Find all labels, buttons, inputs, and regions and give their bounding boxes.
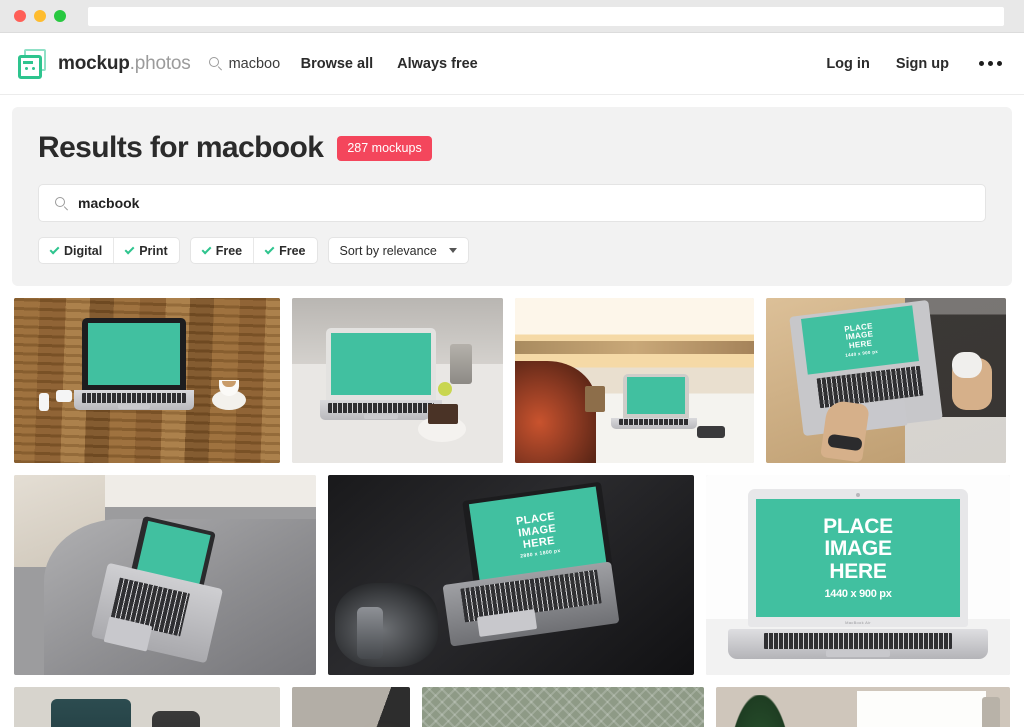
sort-dropdown[interactable]: Sort by relevance bbox=[327, 237, 469, 264]
mockup-tile-balcony-sunset[interactable] bbox=[515, 298, 754, 463]
filter-digital[interactable]: Digital bbox=[39, 238, 113, 263]
window-traffic-lights bbox=[14, 10, 66, 22]
signup-link[interactable]: Sign up bbox=[896, 56, 949, 72]
screen-placeholder-line-1: PLACE bbox=[823, 514, 893, 538]
brand-name-light: .photos bbox=[129, 52, 191, 74]
check-icon bbox=[49, 244, 60, 254]
mockup-tile-grey-desk-cake[interactable] bbox=[292, 298, 503, 463]
filter-print[interactable]: Print bbox=[113, 238, 178, 263]
screen-placeholder-line-2: IMAGE bbox=[824, 537, 892, 561]
search-field-wrapper[interactable] bbox=[38, 184, 986, 222]
mockup-tile-wood-desk-laptop[interactable] bbox=[14, 298, 280, 463]
mockup-tile-home-desk-plant[interactable]: PLACE IMAGE bbox=[716, 687, 1010, 727]
filter-row: Digital Print Free Free Sort by relevanc… bbox=[38, 237, 986, 264]
filter-group-type: Digital Print bbox=[38, 237, 180, 264]
header-actions: Log in Sign up bbox=[826, 56, 1006, 72]
filter-free-2-label: Free bbox=[279, 243, 306, 258]
mockup-tile-grey-sofa[interactable] bbox=[14, 475, 316, 675]
mockup-tile-office-meeting[interactable] bbox=[14, 687, 280, 727]
screen-dimensions: 1440 x 900 px bbox=[824, 587, 892, 600]
login-link[interactable]: Log in bbox=[826, 56, 870, 72]
filter-digital-label: Digital bbox=[64, 243, 103, 258]
grid-row: PLACE IMAGE HERE 1440 x 900 px bbox=[14, 298, 1010, 463]
filter-group-price: Free Free bbox=[189, 237, 318, 264]
search-icon bbox=[55, 196, 68, 210]
url-bar[interactable] bbox=[88, 6, 1004, 26]
mockup-tile-dark-room[interactable] bbox=[292, 687, 410, 727]
browser-chrome bbox=[0, 0, 1024, 33]
brand-name-bold: mockup bbox=[58, 52, 130, 74]
mockup-tile-overhead-typing[interactable]: PLACE IMAGE HERE 1440 x 900 px bbox=[766, 298, 1006, 463]
filter-free-1-label: Free bbox=[215, 243, 243, 258]
results-panel: Results for macbook 287 mockups Digital … bbox=[12, 107, 1012, 286]
mockup-photos-logo-icon bbox=[18, 48, 48, 79]
search-icon bbox=[208, 57, 222, 70]
kebab-menu-icon[interactable] bbox=[975, 57, 1006, 70]
site-header: mockup.photos macboo Browse all Always f… bbox=[0, 33, 1024, 95]
mockup-tile-macbook-air-white[interactable]: PLACE IMAGE HERE 1440 x 900 px MacBook A… bbox=[706, 475, 1010, 675]
filter-free-2[interactable]: Free bbox=[253, 238, 316, 263]
grid-row: PLACE IMAGE PLACE IMAGE bbox=[14, 687, 1010, 727]
chevron-down-icon bbox=[448, 248, 457, 253]
mockup-tile-fence-outdoor[interactable]: PLACE IMAGE bbox=[422, 687, 704, 727]
nav-browse-all[interactable]: Browse all bbox=[301, 56, 374, 72]
results-count-badge: 287 mockups bbox=[337, 135, 432, 161]
header-search-value: macboo bbox=[228, 55, 281, 72]
filter-print-label: Print bbox=[139, 243, 168, 258]
maximize-window-button[interactable] bbox=[54, 10, 66, 22]
grid-row: PLACE IMAGE HERE 2880 x 1800 px PLACE IM… bbox=[14, 475, 1010, 675]
brand-wordmark: mockup.photos bbox=[58, 53, 191, 75]
close-window-button[interactable] bbox=[14, 10, 26, 22]
screen-placeholder-line-3: HERE bbox=[829, 559, 887, 583]
search-input[interactable] bbox=[78, 185, 969, 221]
check-icon bbox=[124, 244, 135, 254]
minimize-window-button[interactable] bbox=[34, 10, 46, 22]
brand-logo[interactable]: mockup.photos bbox=[18, 48, 191, 79]
mockup-grid: PLACE IMAGE HERE 1440 x 900 px PLACE IMA… bbox=[0, 286, 1024, 727]
nav-always-free[interactable]: Always free bbox=[397, 56, 478, 72]
results-heading: Results for macbook 287 mockups bbox=[38, 131, 986, 165]
header-search[interactable]: macboo bbox=[208, 55, 281, 72]
check-icon bbox=[201, 244, 212, 254]
page-title: Results for macbook bbox=[38, 131, 324, 164]
mockup-tile-car-interior[interactable]: PLACE IMAGE HERE 2880 x 1800 px bbox=[328, 475, 694, 675]
check-icon bbox=[264, 244, 275, 254]
device-label: MacBook Air bbox=[845, 620, 871, 625]
filter-free-1[interactable]: Free bbox=[191, 238, 253, 263]
main-nav: Browse all Always free bbox=[301, 56, 478, 72]
sort-dropdown-label: Sort by relevance bbox=[339, 243, 437, 258]
